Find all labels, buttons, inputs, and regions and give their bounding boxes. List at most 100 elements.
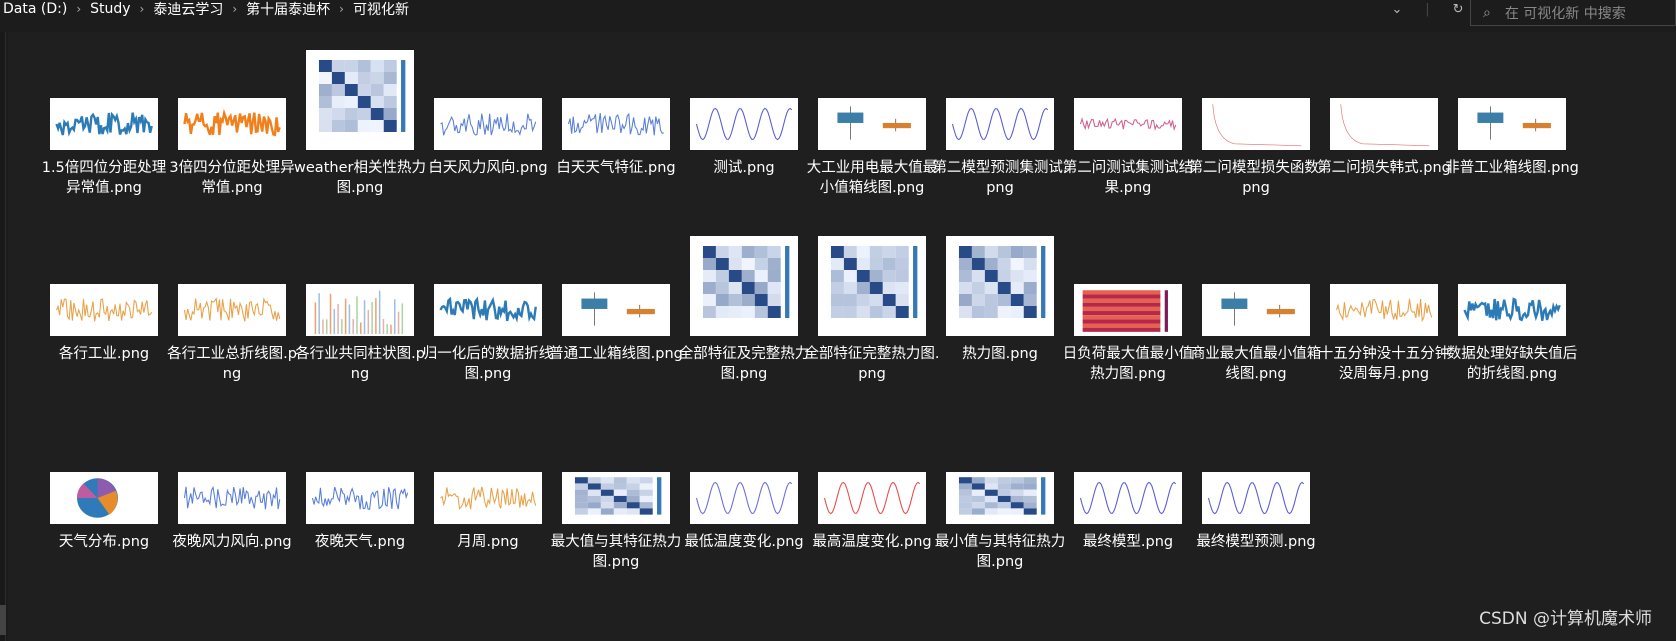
image-thumbnail xyxy=(1074,472,1182,524)
file-item[interactable]: 各行工业总折线图.png xyxy=(164,268,297,438)
navigation-pane-edge xyxy=(0,32,6,641)
file-name: 夜晚风力风向.png xyxy=(172,534,292,550)
chevron-down-icon[interactable]: ⌄ xyxy=(1391,2,1402,17)
image-thumbnail xyxy=(818,98,926,150)
image-thumbnail xyxy=(50,472,158,524)
image-thumbnail xyxy=(946,472,1054,524)
file-item[interactable]: 普通工业箱线图.png xyxy=(548,268,683,438)
file-name: 十五分钟没十五分钟没周每月.png xyxy=(1318,346,1450,382)
file-item[interactable]: 归一化后的数据折线图.png xyxy=(420,268,553,438)
image-thumbnail xyxy=(50,98,158,150)
file-item[interactable]: 第二问模型损失函数.png xyxy=(1188,82,1324,252)
image-thumbnail xyxy=(306,50,414,150)
file-item[interactable]: 1.5倍四位分距处理异常值.png xyxy=(36,82,166,252)
file-item[interactable]: 天气分布.png xyxy=(36,456,164,626)
image-thumbnail xyxy=(1202,284,1310,336)
file-name: 各行工业.png xyxy=(58,346,150,362)
search-box[interactable]: ⌕ 在 可视化新 中搜索 xyxy=(1470,0,1676,26)
file-name: 各行工业总折线图.png xyxy=(167,346,297,382)
breadcrumb-current[interactable]: 可视化新 xyxy=(350,0,412,19)
file-item[interactable]: 各行业共同柱状图.png xyxy=(292,268,425,438)
file-item[interactable]: 十五分钟没十五分钟没周每月.png xyxy=(1316,268,1449,438)
file-name: 最低温度变化.png xyxy=(684,534,804,550)
file-item[interactable]: 夜晚天气.png xyxy=(292,456,420,626)
image-thumbnail xyxy=(946,98,1054,150)
image-thumbnail xyxy=(818,236,926,336)
file-name: 全部特征完整热力图.png xyxy=(804,346,940,382)
file-item[interactable]: 最终模型预测.png xyxy=(1188,456,1316,626)
file-item[interactable]: 最终模型.png xyxy=(1060,456,1188,626)
refresh-icon[interactable]: ↻ xyxy=(1453,2,1464,17)
file-name: 1.5倍四位分距处理异常值.png xyxy=(41,160,167,196)
file-name: 最终模型预测.png xyxy=(1196,534,1316,550)
image-thumbnail xyxy=(690,98,798,150)
file-item[interactable]: 3倍四分位距处理异常值.png xyxy=(164,82,295,252)
address-bar[interactable]: Data (D:) › Study › 泰迪云学习 › 第十届泰迪杯 › 可视化… xyxy=(0,0,1400,18)
file-item[interactable]: 全部特征完整热力图.png xyxy=(804,236,940,438)
file-name: 热力图.png xyxy=(962,346,1038,362)
file-name: 天气分布.png xyxy=(58,534,150,550)
file-item[interactable]: 月周.png xyxy=(420,456,548,626)
file-name: 白天风力风向.png xyxy=(428,160,548,176)
file-item[interactable]: 商业最大值最小值箱线图.png xyxy=(1188,268,1321,438)
file-item[interactable]: 最高温度变化.png xyxy=(804,456,932,626)
image-thumbnail xyxy=(1202,472,1310,524)
breadcrumb-study[interactable]: Study xyxy=(87,1,133,17)
image-thumbnail xyxy=(562,284,670,336)
image-thumbnail xyxy=(1330,98,1438,150)
file-item[interactable]: 非普工业箱线图.png xyxy=(1444,82,1579,252)
file-item[interactable]: 最低温度变化.png xyxy=(676,456,804,626)
file-name: 归一化后的数据折线图.png xyxy=(422,346,554,382)
image-thumbnail xyxy=(1202,98,1310,150)
file-item[interactable]: 夜晚风力风向.png xyxy=(164,456,292,626)
file-item[interactable]: 各行工业.png xyxy=(36,268,164,438)
file-item[interactable]: 第二模型预测集测试.png xyxy=(932,82,1068,252)
image-thumbnail xyxy=(1074,98,1182,150)
file-item[interactable]: 最大值与其特征热力图.png xyxy=(548,456,681,626)
file-name: 白天天气特征.png xyxy=(556,160,676,176)
file-name: 第二问测试集测试结果.png xyxy=(1062,160,1194,196)
image-thumbnail xyxy=(178,98,286,150)
file-item[interactable]: 热力图.png xyxy=(932,236,1060,438)
file-item[interactable]: 测试.png xyxy=(676,82,804,252)
file-name: 日负荷最大值最小值热力图.png xyxy=(1062,346,1194,382)
file-item[interactable]: weather相关性热力图.png xyxy=(292,50,426,252)
file-name: 测试.png xyxy=(713,160,775,176)
file-item[interactable]: 第二问损失韩式.png xyxy=(1316,82,1451,252)
file-item[interactable]: 白天天气特征.png xyxy=(548,82,676,252)
breadcrumb-folder-1[interactable]: 泰迪云学习 xyxy=(150,0,226,19)
file-item[interactable]: 日负荷最大值最小值热力图.png xyxy=(1060,268,1193,438)
watermark: CSDN @计算机魔术师 xyxy=(1479,609,1652,629)
breadcrumb-folder-2[interactable]: 第十届泰迪杯 xyxy=(243,0,333,19)
image-thumbnail xyxy=(1074,284,1182,336)
image-thumbnail xyxy=(434,284,542,336)
file-item[interactable]: 白天风力风向.png xyxy=(420,82,548,252)
search-icon: ⌕ xyxy=(1483,4,1491,21)
image-thumbnail xyxy=(1330,284,1438,336)
chevron-right-icon: › xyxy=(76,2,82,16)
image-thumbnail xyxy=(50,284,158,336)
file-item[interactable]: 最小值与其特征热力图.png xyxy=(932,456,1065,626)
file-name: 最终模型.png xyxy=(1082,534,1174,550)
file-name: 全部特征及完整热力图.png xyxy=(678,346,810,382)
file-item[interactable]: 全部特征及完整热力图.png xyxy=(676,236,809,438)
file-item[interactable]: 第二问测试集测试结果.png xyxy=(1060,82,1193,252)
image-thumbnail xyxy=(434,98,542,150)
file-name: 第二模型预测集测试.png xyxy=(932,160,1068,196)
image-thumbnail xyxy=(562,98,670,150)
file-name: 月周.png xyxy=(457,534,519,550)
scrollbar-thumb[interactable] xyxy=(0,605,6,635)
image-thumbnail xyxy=(178,472,286,524)
image-thumbnail xyxy=(690,236,798,336)
search-placeholder: 在 可视化新 中搜索 xyxy=(1504,5,1626,22)
file-name: 最小值与其特征热力图.png xyxy=(934,534,1066,570)
file-name: 非普工业箱线图.png xyxy=(1445,160,1579,176)
image-thumbnail xyxy=(690,472,798,524)
image-thumbnail xyxy=(178,284,286,336)
breadcrumb-drive[interactable]: Data (D:) xyxy=(0,1,70,17)
file-view: 1.5倍四位分距处理异常值.png 3倍四分位距处理异常值.png weather相… xyxy=(8,32,1676,641)
file-item[interactable]: 大工业用电最大值最小值箱线图.png xyxy=(804,82,937,252)
image-thumbnail xyxy=(1458,98,1566,150)
divider: | xyxy=(1425,1,1430,17)
file-item[interactable]: 数据处理好缺失值后的折线图.png xyxy=(1444,268,1577,438)
